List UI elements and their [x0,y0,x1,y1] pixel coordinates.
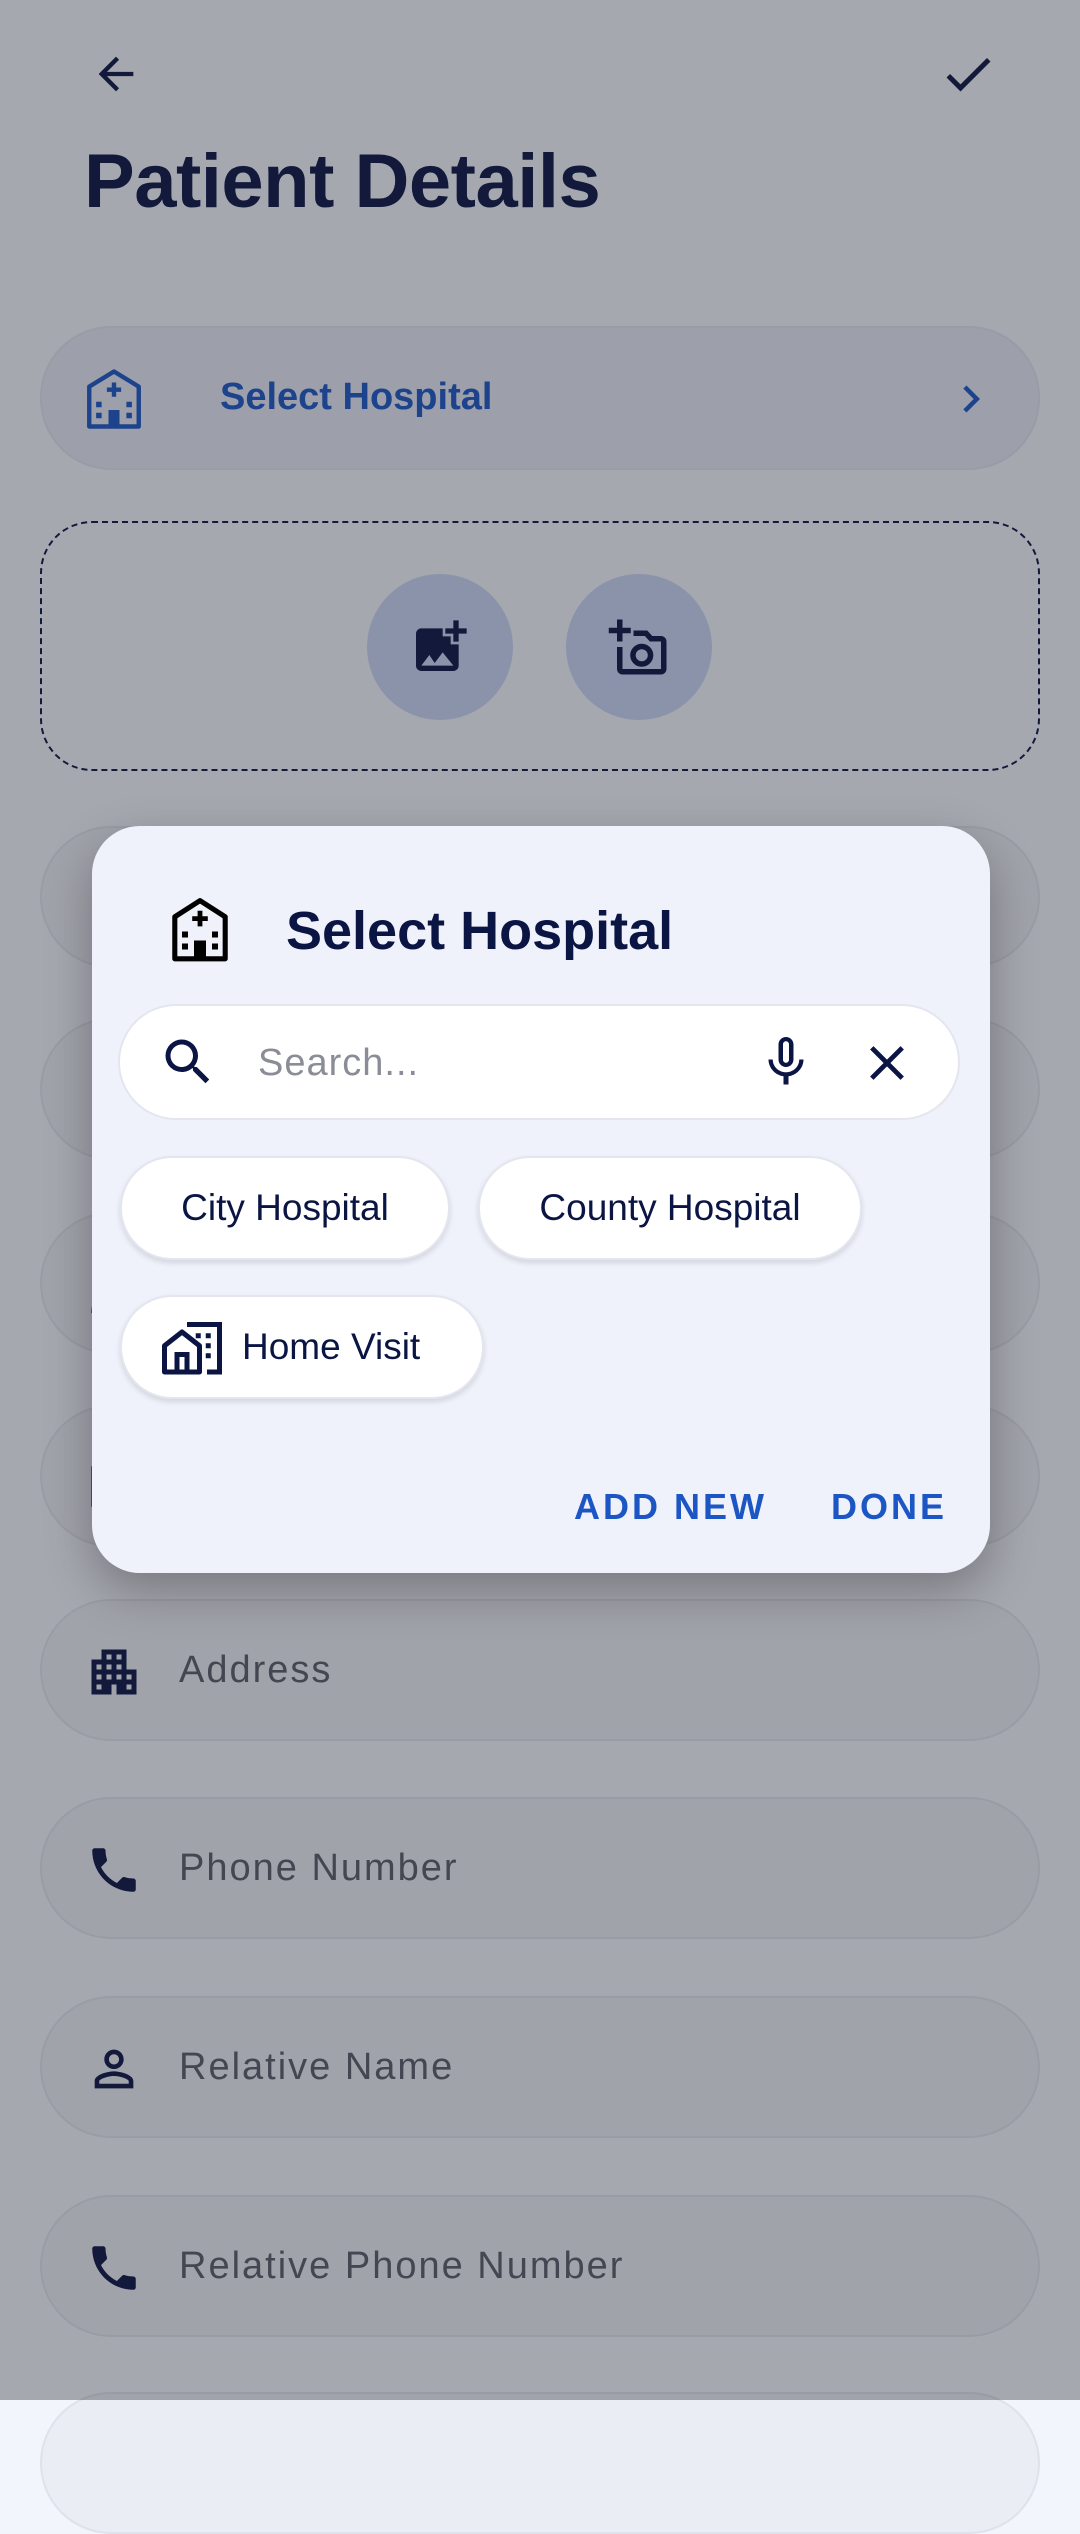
select-hospital-dialog: Select Hospital City Hospital County Hos… [92,826,990,1573]
chip-label: City Hospital [181,1187,389,1228]
add-new-button[interactable]: ADD NEW [574,1486,767,1528]
search-bar [118,1004,960,1120]
chip-label: County Hospital [539,1187,801,1228]
chip-label: Home Visit [242,1326,421,1367]
search-input[interactable] [256,1026,560,1100]
hospital-icon [164,894,236,966]
home-work-icon [162,1317,222,1377]
microphone-icon[interactable] [756,1032,816,1092]
chip-home-visit[interactable]: Home Visit [120,1295,484,1399]
clear-search-button[interactable] [858,1034,916,1092]
chip-city-hospital[interactable]: City Hospital [120,1156,450,1260]
search-icon [158,1032,218,1092]
done-button[interactable]: DONE [831,1486,947,1528]
chip-county-hospital[interactable]: County Hospital [478,1156,862,1260]
form-field[interactable] [40,2392,1040,2534]
dialog-title: Select Hospital [286,901,674,961]
